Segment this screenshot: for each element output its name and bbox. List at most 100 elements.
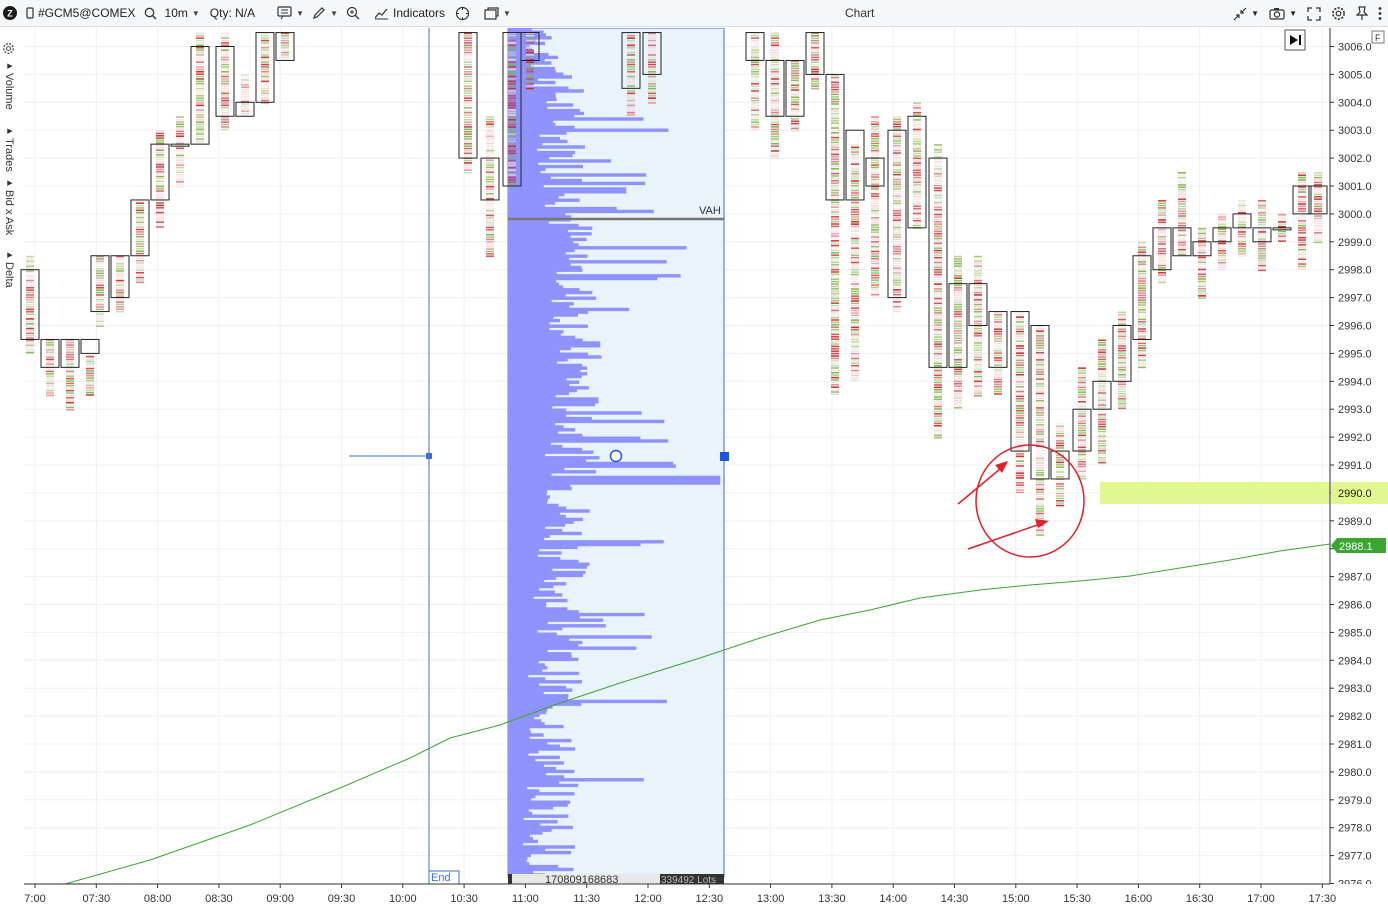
- footprint-candle[interactable]: [1010, 311, 1030, 494]
- search-icon[interactable]: [140, 0, 161, 27]
- footprint-candle[interactable]: [865, 116, 885, 298]
- price-tick-label: 2983.0: [1338, 683, 1372, 695]
- level-price-text: 2990.0: [1338, 488, 1372, 500]
- footprint-candle[interactable]: [40, 338, 60, 397]
- footprint-candle[interactable]: [968, 255, 988, 397]
- time-tick-label: 09:00: [266, 893, 294, 905]
- price-tick-label: 2980.0: [1338, 767, 1372, 779]
- footprint-candle[interactable]: [1292, 172, 1312, 270]
- symbol-label: #GCM5@COMEX: [38, 6, 136, 20]
- footprint-candle[interactable]: [1232, 199, 1252, 257]
- footprint-candle[interactable]: [1132, 241, 1152, 369]
- window-title: Chart: [845, 6, 875, 20]
- price-tick-label: 2984.0: [1338, 655, 1372, 667]
- screenshot-dropdown[interactable]: ▼: [1269, 7, 1297, 20]
- footprint-candle[interactable]: [1112, 311, 1132, 410]
- time-tick-label: 16:00: [1125, 893, 1153, 905]
- time-tick-label: 15:00: [1002, 893, 1030, 905]
- timeframe-dropdown[interactable]: 10m ▼: [161, 0, 204, 27]
- price-tick-label: 2986.0: [1338, 600, 1372, 612]
- footprint-candle[interactable]: [60, 338, 80, 411]
- footprint-candle[interactable]: [1252, 199, 1272, 272]
- chevron-down-icon: ▼: [503, 8, 511, 18]
- footprint-candle[interactable]: [845, 129, 865, 381]
- footprint-candle[interactable]: [745, 32, 765, 131]
- footprint-candle[interactable]: [907, 102, 927, 229]
- vah-label: VAH: [699, 205, 721, 217]
- drawing-tools-dropdown[interactable]: ▼: [308, 0, 342, 27]
- anchor-handle-left[interactable]: [426, 453, 432, 459]
- price-tick-label: 3004.0: [1338, 97, 1372, 109]
- footprint-candle[interactable]: [1212, 213, 1232, 271]
- qty-label: Qty: N/A: [209, 6, 256, 20]
- fullscreen-icon[interactable]: [1307, 6, 1321, 21]
- more-vertical-icon[interactable]: [1378, 6, 1382, 21]
- footprint-candle[interactable]: [948, 255, 968, 409]
- footprint-candle[interactable]: [90, 255, 110, 327]
- footprint-candle[interactable]: [825, 73, 845, 396]
- footprint-candle[interactable]: [110, 255, 130, 313]
- footprint-candle[interactable]: [1272, 213, 1292, 242]
- price-tick-label: 3003.0: [1338, 125, 1372, 137]
- footprint-candle[interactable]: [785, 59, 805, 132]
- time-tick-label: 11:00: [512, 893, 539, 905]
- footprint-candle[interactable]: [1030, 325, 1050, 536]
- price-tick-label: 2993.0: [1338, 404, 1372, 416]
- chevron-down-icon: ▼: [296, 8, 305, 18]
- last-price-text: 2988.1: [1339, 541, 1373, 553]
- time-tick-label: 17:00: [1247, 893, 1275, 905]
- indicators-label: Indicators: [392, 6, 446, 20]
- price-tick-label: 2985.0: [1338, 627, 1372, 639]
- footprint-candle[interactable]: [190, 32, 210, 145]
- footprint-candle[interactable]: [20, 255, 40, 354]
- price-tick-label: 3001.0: [1338, 181, 1372, 193]
- footprint-candle[interactable]: [1192, 227, 1212, 300]
- footprint-candle[interactable]: [150, 130, 170, 228]
- time-tick-label: 17:30: [1309, 893, 1337, 905]
- timeframe-label: 10m: [164, 6, 188, 20]
- footprint-candle[interactable]: [480, 116, 500, 258]
- pin-icon[interactable]: [1356, 6, 1368, 21]
- footprint-candle[interactable]: [765, 32, 785, 159]
- footprint-candle[interactable]: [1308, 172, 1328, 244]
- footprint-candle[interactable]: [1072, 367, 1092, 480]
- price-tick-label: 2997.0: [1338, 293, 1372, 305]
- chart-type-dropdown[interactable]: ▼: [273, 0, 308, 27]
- time-tick-label: 14:00: [879, 893, 907, 905]
- anchor-handle-center[interactable]: [609, 449, 623, 463]
- footprint-candle[interactable]: [458, 32, 478, 174]
- price-level-zone[interactable]: [1100, 482, 1330, 504]
- crosshair-icon[interactable]: [451, 0, 474, 27]
- gear-icon[interactable]: [1331, 6, 1346, 21]
- price-axis-mode-icon: F: [1375, 33, 1381, 43]
- footprint-candle[interactable]: [928, 144, 948, 439]
- price-tick-label: 2996.0: [1338, 321, 1372, 333]
- expand-dropdown[interactable]: ▼: [1233, 7, 1259, 21]
- footprint-candle[interactable]: [805, 32, 825, 90]
- app-logo-icon[interactable]: Z: [0, 0, 22, 27]
- collapse-arrows-icon: [1233, 7, 1247, 20]
- footprint-candle[interactable]: [170, 116, 190, 188]
- symbol-selector[interactable]: #GCM5@COMEX: [22, 0, 140, 27]
- footprint-candle[interactable]: [255, 32, 275, 104]
- indicators-button[interactable]: Indicators: [370, 0, 449, 27]
- zoom-icon[interactable]: [342, 0, 364, 27]
- anchor-handle-right[interactable]: [720, 452, 729, 461]
- chart-canvas[interactable]: VAH 170809168683 339492 Lots End 3006.03…: [0, 28, 1388, 912]
- qty-field[interactable]: Qty: N/A: [206, 0, 259, 27]
- toolbar: Z #GCM5@COMEX 10m ▼ Qty: N/A ▼ ▼ Indicato…: [0, 0, 1388, 27]
- time-tick-label: 7:00: [24, 893, 45, 905]
- price-tick-label: 2978.0: [1338, 823, 1372, 835]
- footprint-candle[interactable]: [1092, 339, 1112, 466]
- time-tick-label: 10:00: [389, 893, 417, 905]
- time-tick-label: 12:30: [696, 893, 724, 905]
- price-tick-label: 2987.0: [1338, 572, 1372, 584]
- time-tick-label: 07:30: [83, 893, 111, 905]
- footprint-candle[interactable]: [235, 74, 255, 117]
- layout-dropdown[interactable]: ▼: [480, 0, 515, 27]
- profile-end-label: End: [431, 872, 451, 884]
- price-tick-label: 3006.0: [1338, 42, 1372, 54]
- time-tick-label: 14:30: [941, 893, 969, 905]
- price-tick-label: 2991.0: [1338, 460, 1372, 472]
- time-tick-label: 08:30: [205, 893, 233, 905]
